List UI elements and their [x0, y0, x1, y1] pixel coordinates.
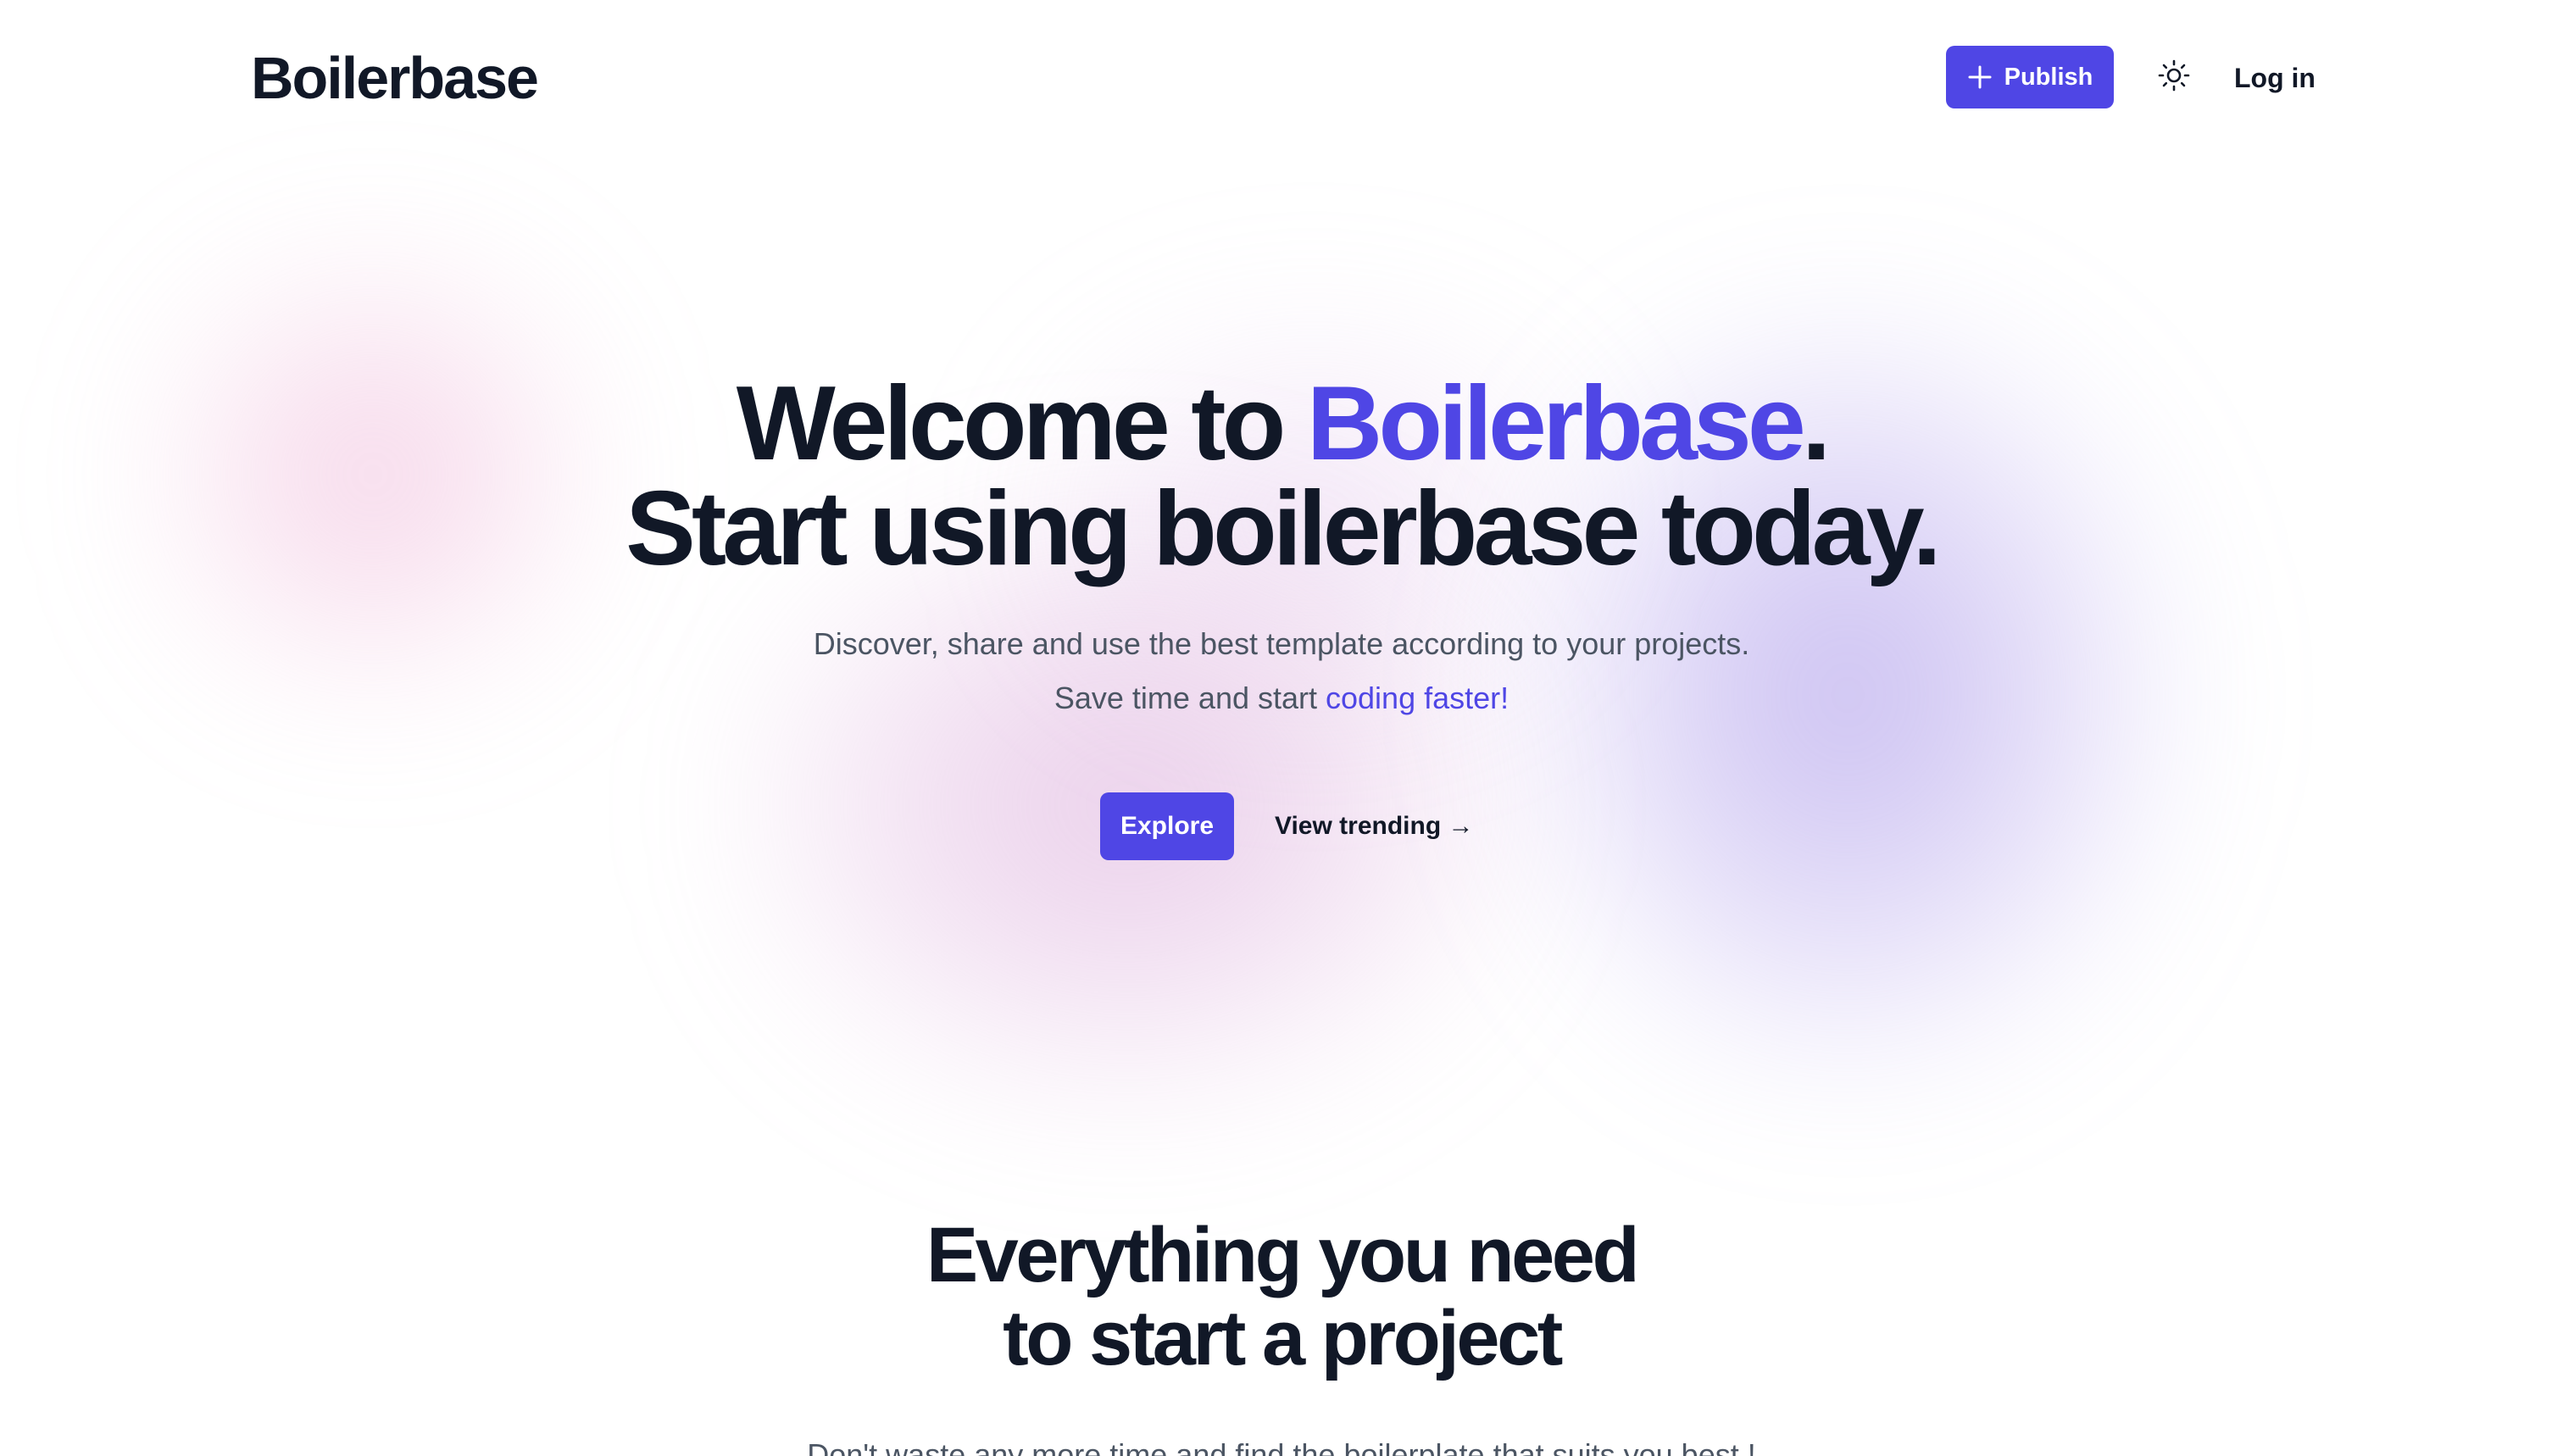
features-subtitle: Don't waste any more time and find the b…: [807, 1437, 1756, 1456]
features-title-line-1: Everything you need: [926, 1212, 1640, 1298]
hero-title-line-2: Start using boilerbase today.: [625, 470, 1942, 587]
plus-icon: [1967, 64, 1993, 90]
hero-subtitle-prefix: Save time and start: [1054, 681, 1326, 715]
page: Boilerbase Publish Log in Welcome to Boi…: [0, 0, 2563, 1456]
hero-subtitle-accent: coding faster!: [1326, 681, 1509, 715]
view-trending-link[interactable]: View trending →: [1275, 792, 1473, 860]
site-header: Boilerbase Publish Log in: [0, 0, 2563, 156]
hero-title-period: .: [1801, 365, 1832, 482]
brand-logo[interactable]: Boilerbase: [251, 42, 539, 114]
hero-title-line-1: Welcome to Boilerbase.: [0, 371, 2563, 476]
hero-subtitle-line-1: Discover, share and use the best templat…: [813, 626, 1750, 661]
publish-button[interactable]: Publish: [1946, 46, 2114, 108]
features-title: Everything you need to start a project: [0, 1214, 2563, 1380]
features-title-line-2: to start a project: [1003, 1295, 1563, 1381]
theme-toggle-button[interactable]: [2153, 56, 2195, 98]
explore-button[interactable]: Explore: [1100, 792, 1234, 860]
hero-title: Welcome to Boilerbase. Start using boile…: [0, 371, 2563, 581]
hero-subtitle-line-2: Save time and start coding faster!: [0, 671, 2563, 725]
sun-icon: [2157, 58, 2191, 97]
hero-title-prefix: Welcome to: [736, 365, 1307, 482]
publish-button-label: Publish: [2004, 63, 2093, 91]
hero-subtitle: Discover, share and use the best templat…: [0, 617, 2563, 725]
hero-title-brand: Boilerbase: [1306, 365, 1806, 482]
login-link[interactable]: Log in: [2234, 56, 2316, 100]
